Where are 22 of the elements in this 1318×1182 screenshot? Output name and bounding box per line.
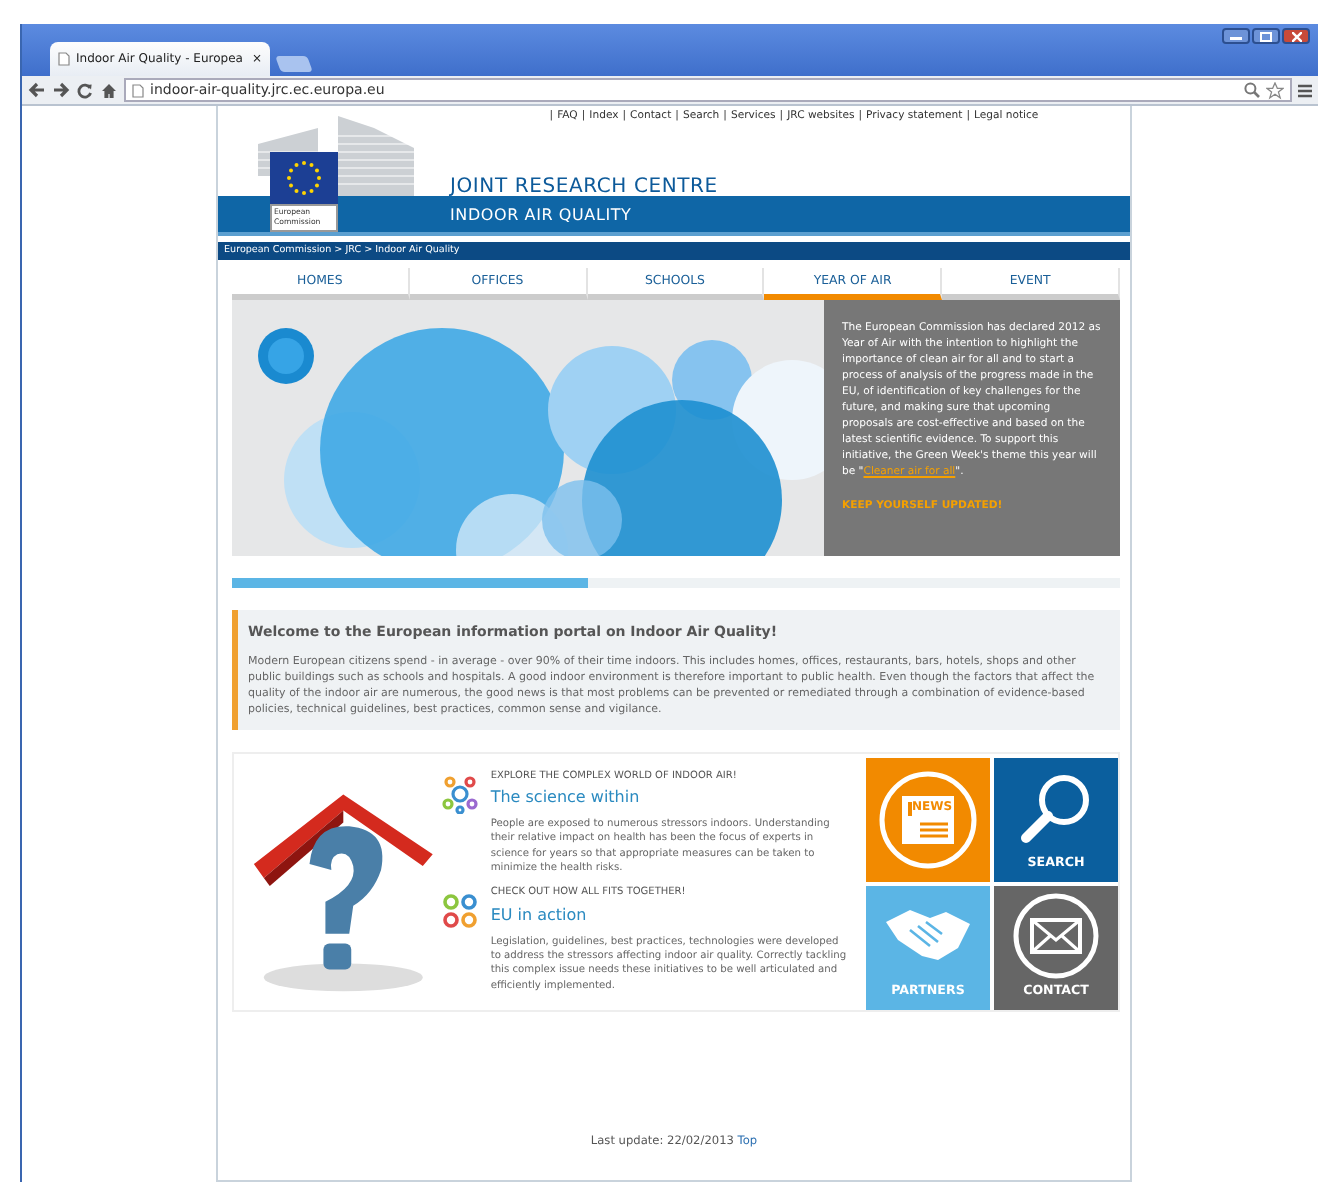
feature-title-link[interactable]: The science within <box>490 786 850 810</box>
pins-icon <box>442 893 479 930</box>
site-title: JOINT RESEARCH CENTRE <box>450 174 718 202</box>
forward-icon[interactable] <box>52 82 70 98</box>
back-icon[interactable] <box>28 82 46 98</box>
eu-flag-icon <box>270 152 338 204</box>
feature-title-link[interactable]: EU in action <box>490 903 850 928</box>
maximize-icon[interactable] <box>1252 28 1280 44</box>
zoom-icon[interactable] <box>1244 82 1260 98</box>
reload-icon[interactable] <box>76 81 94 99</box>
slider-track[interactable] <box>232 578 1120 588</box>
envelope-icon <box>1012 891 1100 979</box>
page-icon <box>132 83 144 97</box>
molecule-icon <box>442 774 479 815</box>
new-tab-button[interactable] <box>275 56 313 72</box>
minimize-icon[interactable] <box>1222 28 1250 44</box>
close-icon[interactable] <box>1282 28 1310 44</box>
menu-icon[interactable] <box>1298 83 1312 97</box>
star-icon[interactable] <box>1266 81 1284 99</box>
home-icon[interactable] <box>100 81 118 99</box>
page-icon <box>58 52 70 66</box>
site-subtitle: INDOOR AIR QUALITY <box>450 204 632 228</box>
